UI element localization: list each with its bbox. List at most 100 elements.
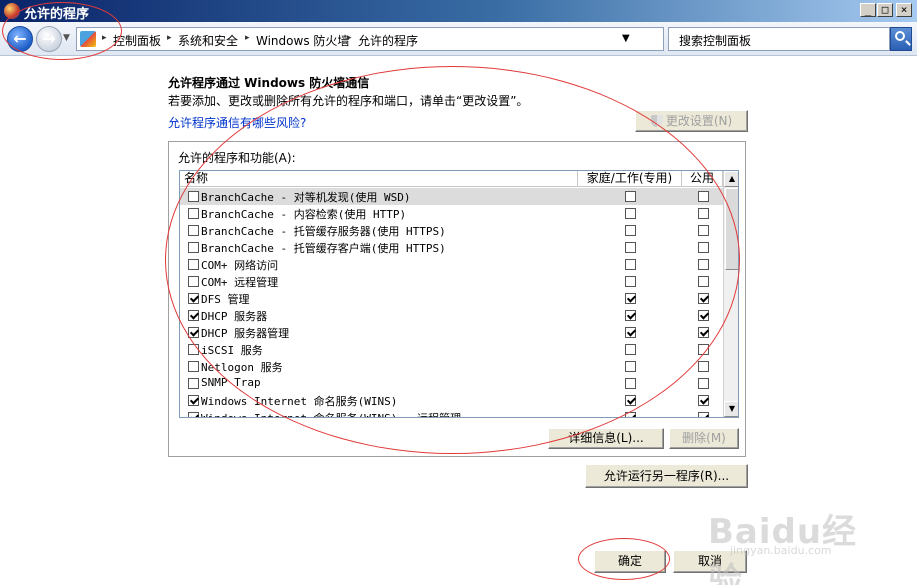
details-button[interactable]: 详细信息(L)... xyxy=(548,428,664,449)
back-button[interactable]: ← xyxy=(7,26,33,52)
program-name: DHCP 服务器管理 xyxy=(201,327,290,340)
scroll-up-icon[interactable]: ▲ xyxy=(724,171,738,187)
home-work-checkbox[interactable] xyxy=(625,395,636,406)
recent-pages-chevron-icon[interactable]: ▼ xyxy=(63,33,70,43)
program-enabled-checkbox[interactable] xyxy=(188,395,199,406)
home-work-checkbox[interactable] xyxy=(625,191,636,202)
minimize-button[interactable]: _ xyxy=(860,3,876,17)
table-row[interactable]: iSCSI 服务 xyxy=(180,341,723,358)
table-row[interactable]: DFS 管理 xyxy=(180,290,723,307)
home-work-checkbox[interactable] xyxy=(625,378,636,389)
home-work-checkbox[interactable] xyxy=(625,344,636,355)
home-work-checkbox[interactable] xyxy=(625,276,636,287)
breadcrumb-allowed-programs[interactable]: 允许的程序 xyxy=(358,32,418,49)
table-row[interactable]: DHCP 服务器 xyxy=(180,307,723,324)
table-row[interactable]: BranchCache - 内容检索(使用 HTTP) xyxy=(180,205,723,222)
home-work-checkbox[interactable] xyxy=(625,208,636,219)
program-name: Windows Internet 命名服务(WINS) - 远程管理 xyxy=(201,410,461,417)
program-enabled-checkbox[interactable] xyxy=(188,361,199,372)
program-enabled-checkbox[interactable] xyxy=(188,259,199,270)
program-enabled-checkbox[interactable] xyxy=(188,242,199,253)
public-checkbox[interactable] xyxy=(698,412,709,417)
public-checkbox[interactable] xyxy=(698,395,709,406)
program-enabled-checkbox[interactable] xyxy=(188,412,199,417)
program-enabled-checkbox[interactable] xyxy=(188,276,199,287)
search-button[interactable] xyxy=(890,27,912,51)
home-work-checkbox[interactable] xyxy=(625,242,636,253)
breadcrumb-separator-icon[interactable]: ▸ xyxy=(102,33,107,43)
program-name: SNMP Trap xyxy=(201,376,261,389)
scroll-down-icon[interactable]: ▼ xyxy=(724,401,738,417)
change-settings-button[interactable]: 更改设置(N) xyxy=(635,110,748,132)
breadcrumb-system-security[interactable]: 系统和安全 xyxy=(178,32,238,49)
public-checkbox[interactable] xyxy=(698,293,709,304)
breadcrumb-control-panel[interactable]: 控制面板 xyxy=(113,32,161,49)
home-work-checkbox[interactable] xyxy=(625,412,636,417)
program-name: BranchCache - 托管缓存服务器(使用 HTTPS) xyxy=(201,225,446,238)
table-row[interactable]: Windows Internet 命名服务(WINS) - 远程管理 xyxy=(180,409,723,417)
breadcrumb-windows-firewall[interactable]: Windows 防火墙 xyxy=(256,32,349,49)
breadcrumb-separator-icon[interactable]: ▸ xyxy=(347,33,352,43)
column-header-public[interactable]: 公用 xyxy=(682,171,723,187)
program-enabled-checkbox[interactable] xyxy=(188,208,199,219)
program-enabled-checkbox[interactable] xyxy=(188,344,199,355)
window-title: 允许的程序 xyxy=(24,7,90,22)
home-work-checkbox[interactable] xyxy=(625,259,636,270)
allow-another-program-button[interactable]: 允许运行另一程序(R)... xyxy=(585,464,748,488)
page-description: 若要添加、更改或删除所有允许的程序和端口，请单击“更改设置”。 xyxy=(168,94,529,108)
table-row[interactable]: BranchCache - 对等机发现(使用 WSD) xyxy=(180,188,723,205)
table-row[interactable]: BranchCache - 托管缓存客户端(使用 HTTPS) xyxy=(180,239,723,256)
table-row[interactable]: SNMP Trap xyxy=(180,375,723,392)
home-work-checkbox[interactable] xyxy=(625,361,636,372)
uac-shield-icon xyxy=(650,115,663,127)
ok-button[interactable]: 确定 xyxy=(594,550,666,573)
risk-info-link[interactable]: 允许程序通信有哪些风险? xyxy=(168,114,306,131)
table-row[interactable]: DHCP 服务器管理 xyxy=(180,324,723,341)
table-row[interactable]: COM+ 远程管理 xyxy=(180,273,723,290)
public-checkbox[interactable] xyxy=(698,361,709,372)
program-enabled-checkbox[interactable] xyxy=(188,310,199,321)
programs-list[interactable]: 名称 家庭/工作(专用) 公用 BranchCache - 对等机发现(使用 W… xyxy=(179,170,739,418)
table-row[interactable]: Netlogon 服务 xyxy=(180,358,723,375)
breadcrumb-separator-icon[interactable]: ▸ xyxy=(245,33,250,43)
home-work-checkbox[interactable] xyxy=(625,327,636,338)
public-checkbox[interactable] xyxy=(698,310,709,321)
remove-button[interactable]: 删除(M) xyxy=(669,428,739,449)
table-row[interactable]: COM+ 网络访问 xyxy=(180,256,723,273)
program-enabled-checkbox[interactable] xyxy=(188,293,199,304)
column-header-name[interactable]: 名称 xyxy=(180,171,578,187)
scroll-thumb[interactable] xyxy=(725,188,738,270)
maximize-button[interactable]: □ xyxy=(877,3,893,17)
forward-button[interactable]: → xyxy=(36,26,62,52)
control-panel-icon xyxy=(80,31,96,47)
public-checkbox[interactable] xyxy=(698,344,709,355)
table-row[interactable]: BranchCache - 托管缓存服务器(使用 HTTPS) xyxy=(180,222,723,239)
breadcrumb-separator-icon[interactable]: ▸ xyxy=(167,33,172,43)
watermark-subtext: jingyan.baidu.com xyxy=(730,544,832,557)
change-settings-label: 更改设置(N) xyxy=(665,114,733,128)
public-checkbox[interactable] xyxy=(698,327,709,338)
list-scrollbar[interactable]: ▲ ▼ xyxy=(723,171,738,417)
program-enabled-checkbox[interactable] xyxy=(188,327,199,338)
public-checkbox[interactable] xyxy=(698,208,709,219)
public-checkbox[interactable] xyxy=(698,242,709,253)
public-checkbox[interactable] xyxy=(698,259,709,270)
close-button[interactable]: × xyxy=(896,3,912,17)
program-name: BranchCache - 托管缓存客户端(使用 HTTPS) xyxy=(201,242,446,255)
address-dropdown-icon[interactable]: ▼ xyxy=(622,33,630,44)
home-work-checkbox[interactable] xyxy=(625,310,636,321)
public-checkbox[interactable] xyxy=(698,191,709,202)
public-checkbox[interactable] xyxy=(698,378,709,389)
search-input[interactable]: 搜索控制面板 xyxy=(668,27,890,51)
public-checkbox[interactable] xyxy=(698,276,709,287)
public-checkbox[interactable] xyxy=(698,225,709,236)
home-work-checkbox[interactable] xyxy=(625,293,636,304)
search-icon xyxy=(895,31,905,41)
table-row[interactable]: Windows Internet 命名服务(WINS) xyxy=(180,392,723,409)
column-header-home-work[interactable]: 家庭/工作(专用) xyxy=(578,171,682,187)
address-bar[interactable]: ▸ 控制面板 ▸ 系统和安全 ▸ Windows 防火墙 ▸ 允许的程序 ▼ ↻ xyxy=(76,27,737,51)
home-work-checkbox[interactable] xyxy=(625,225,636,236)
program-enabled-checkbox[interactable] xyxy=(188,378,199,389)
program-enabled-checkbox[interactable] xyxy=(188,225,199,236)
program-enabled-checkbox[interactable] xyxy=(188,191,199,202)
